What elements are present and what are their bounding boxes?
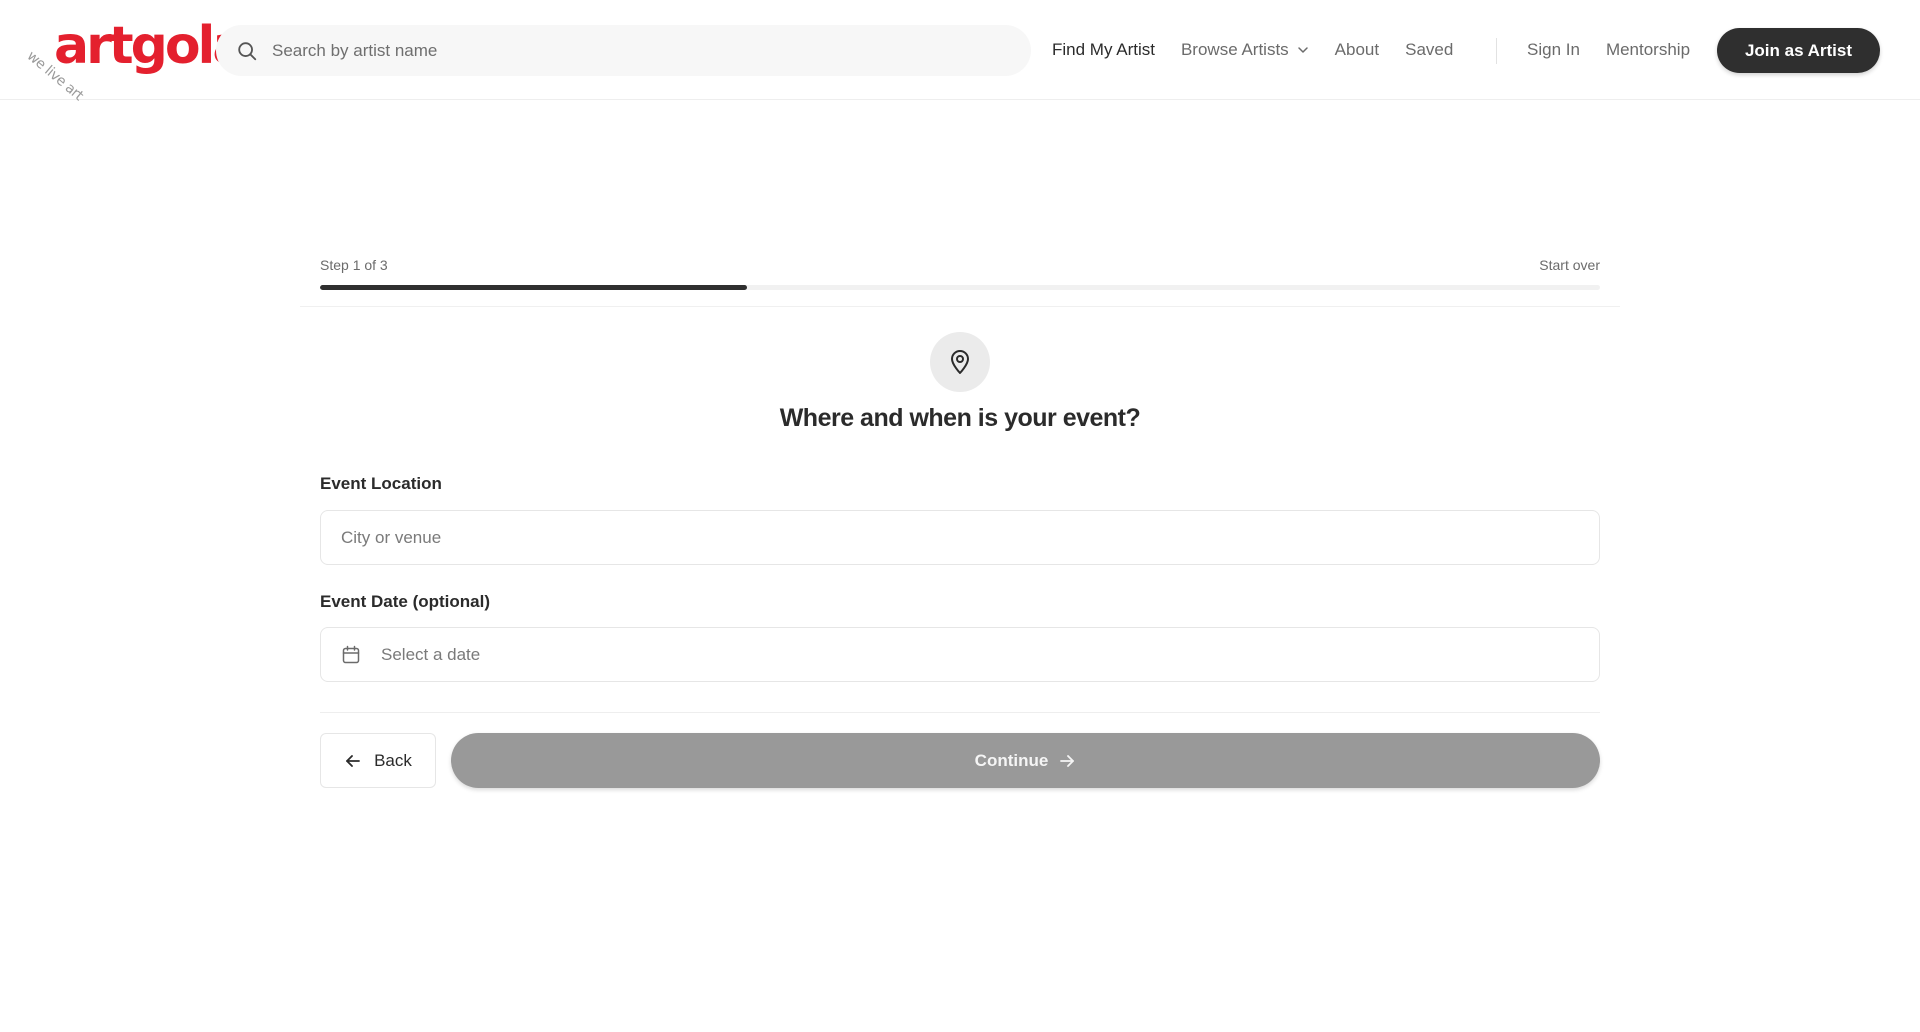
- nav-saved[interactable]: Saved: [1405, 40, 1453, 60]
- event-date-label: Event Date (optional): [320, 592, 491, 611]
- nav-browse-artists[interactable]: Browse Artists: [1181, 40, 1309, 60]
- event-date-field[interactable]: [320, 627, 1600, 682]
- nav-about[interactable]: About: [1335, 40, 1379, 60]
- map-pin-icon: [951, 350, 969, 374]
- primary-nav: Find My Artist Browse Artists About Save…: [1052, 0, 1453, 100]
- step-question: Where and when is your event?: [779, 404, 1141, 432]
- calendar-icon: [342, 645, 360, 664]
- event-date-input[interactable]: [381, 628, 1581, 681]
- arrow-left-icon: [346, 754, 360, 767]
- chevron-down-icon: [1297, 47, 1308, 53]
- progress-bar: [320, 285, 1600, 290]
- continue-button[interactable]: Continue: [451, 733, 1600, 788]
- nav-find-my-artist[interactable]: Find My Artist: [1052, 40, 1155, 60]
- nav-sign-in[interactable]: Sign In: [1527, 40, 1580, 60]
- join-as-artist-button[interactable]: Join as Artist: [1717, 28, 1880, 73]
- event-location-input[interactable]: [341, 511, 1581, 564]
- arrow-right-icon: [1060, 754, 1075, 767]
- back-button[interactable]: Back: [320, 733, 436, 788]
- event-location-label: Event Location: [320, 474, 442, 493]
- artgola-logo[interactable]: we live art artgola: [24, 16, 248, 104]
- account-nav: Sign In Mentorship: [1527, 0, 1690, 100]
- continue-button-label: Continue: [974, 750, 1049, 770]
- search-bar[interactable]: [216, 25, 1031, 76]
- event-location-field[interactable]: [320, 510, 1600, 565]
- search-icon: [238, 42, 257, 61]
- section-divider: [300, 306, 1620, 307]
- step-indicator: Step 1 of 3: [320, 257, 388, 273]
- nav-divider: [1496, 38, 1497, 64]
- nav-browse-artists-label: Browse Artists: [1180, 40, 1289, 59]
- site-header: we live art artgola Find My Artist Brows…: [0, 0, 1920, 104]
- nav-mentorship[interactable]: Mentorship: [1606, 40, 1690, 60]
- back-button-label: Back: [374, 750, 412, 770]
- progress-fill: [320, 285, 747, 290]
- form-divider: [320, 712, 1600, 713]
- search-input[interactable]: [272, 25, 1012, 76]
- start-over-link[interactable]: Start over: [1539, 257, 1600, 273]
- step-icon-badge: [930, 332, 990, 392]
